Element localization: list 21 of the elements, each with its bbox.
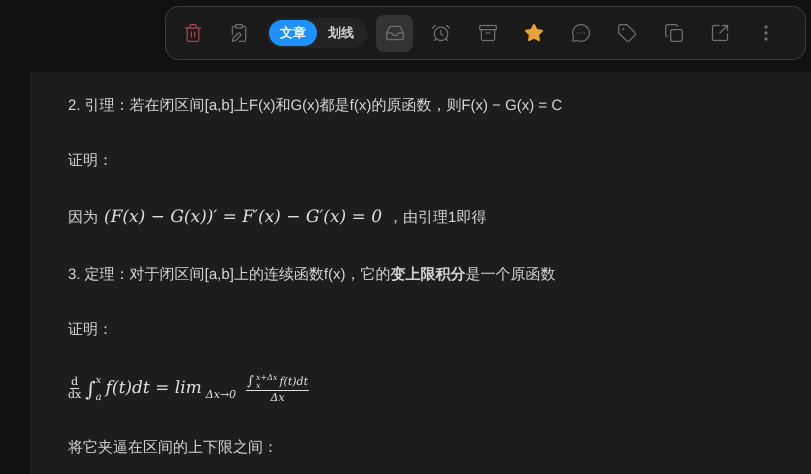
paragraph: 将它夹逼在区间的上下限之间： <box>68 438 279 458</box>
paragraph-text: 因为 <box>68 208 98 228</box>
paragraph-text: ，由引理1即得 <box>388 208 486 228</box>
alarm-clock-icon <box>431 23 452 43</box>
delete-icon <box>182 23 202 43</box>
inbox-button[interactable] <box>376 14 414 52</box>
math-formula: (F(x) − G(x))′ = F′(x) − G′(x) = 0 <box>104 206 382 229</box>
more-icon <box>764 25 768 41</box>
star-icon <box>524 23 544 43</box>
paragraph: 3. 定理：对于闭区间[a,b]上的连续函数f(x)，它的变上限积分是一个原函数 <box>68 264 557 284</box>
inbox-icon <box>384 23 405 43</box>
tag-icon <box>617 23 638 43</box>
tab[interactable]: 划线 <box>316 20 365 46</box>
clipboard-icon <box>228 23 249 43</box>
paragraph: 2. 引理：若在闭区间[a,b]上F(x)和G(x)都是f(x)的原函数，则F(x) − G(x) = C <box>68 96 564 116</box>
copy-icon <box>664 23 684 43</box>
comment-icon <box>570 23 591 43</box>
paragraph: 证明： <box>68 320 114 340</box>
archive-icon <box>478 23 498 43</box>
external-link-icon <box>710 23 730 43</box>
paragraph: 证明： <box>68 151 114 171</box>
